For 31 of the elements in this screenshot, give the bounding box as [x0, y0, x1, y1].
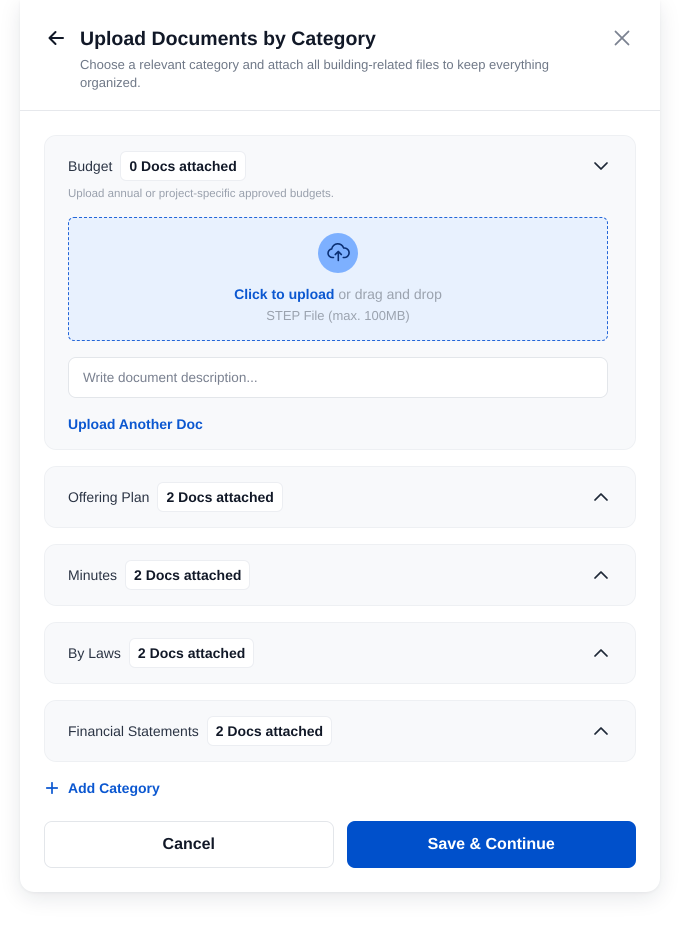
chevron-up-icon[interactable] [594, 649, 608, 657]
cloud-upload-icon [318, 233, 358, 273]
docs-count-badge: 2 Docs attached [125, 560, 250, 590]
close-icon[interactable] [614, 30, 630, 46]
chevron-down-icon[interactable] [594, 162, 608, 170]
upload-instructions: Click to upload or drag and drop [234, 285, 442, 304]
docs-count-badge: 2 Docs attached [157, 482, 283, 512]
dialog-title: Upload Documents by Category [80, 28, 377, 50]
category-label: Minutes [68, 567, 118, 583]
chevron-up-icon[interactable] [594, 493, 608, 501]
file-type-note: STEP File (max. 100MB) [266, 307, 410, 325]
cancel-button[interactable]: Cancel [44, 821, 334, 868]
dialog-subtitle: Choose a relevant category and attach all building-related files to keep everything organized. [80, 56, 550, 92]
save-continue-button[interactable]: Save & Continue [346, 821, 636, 868]
description-input[interactable]: Write document description... [68, 357, 608, 398]
click-to-upload-link[interactable]: Click to upload [234, 286, 334, 302]
category-label: By Laws [68, 645, 121, 661]
docs-count-badge: 2 Docs attached [206, 716, 332, 746]
plus-icon [46, 782, 58, 794]
category-label: Budget [68, 158, 112, 174]
back-arrow-icon[interactable] [46, 28, 66, 48]
docs-count-badge: 0 Docs attached [120, 151, 246, 181]
docs-count-badge: 2 Docs attached [128, 638, 254, 668]
upload-dropzone[interactable]: Click to upload or drag and drop STEP File (max. 100MB) [68, 217, 608, 341]
upload-another-doc-link[interactable]: Upload Another Doc [68, 414, 203, 434]
category-hint: Upload annual or project-specific approved budgets. [68, 187, 335, 201]
chevron-up-icon[interactable] [594, 571, 608, 579]
chevron-up-icon[interactable] [594, 727, 608, 735]
add-category-button[interactable]: Add Category [44, 778, 160, 798]
category-label: Offering Plan [68, 489, 150, 505]
category-label: Financial Statements [68, 723, 199, 739]
